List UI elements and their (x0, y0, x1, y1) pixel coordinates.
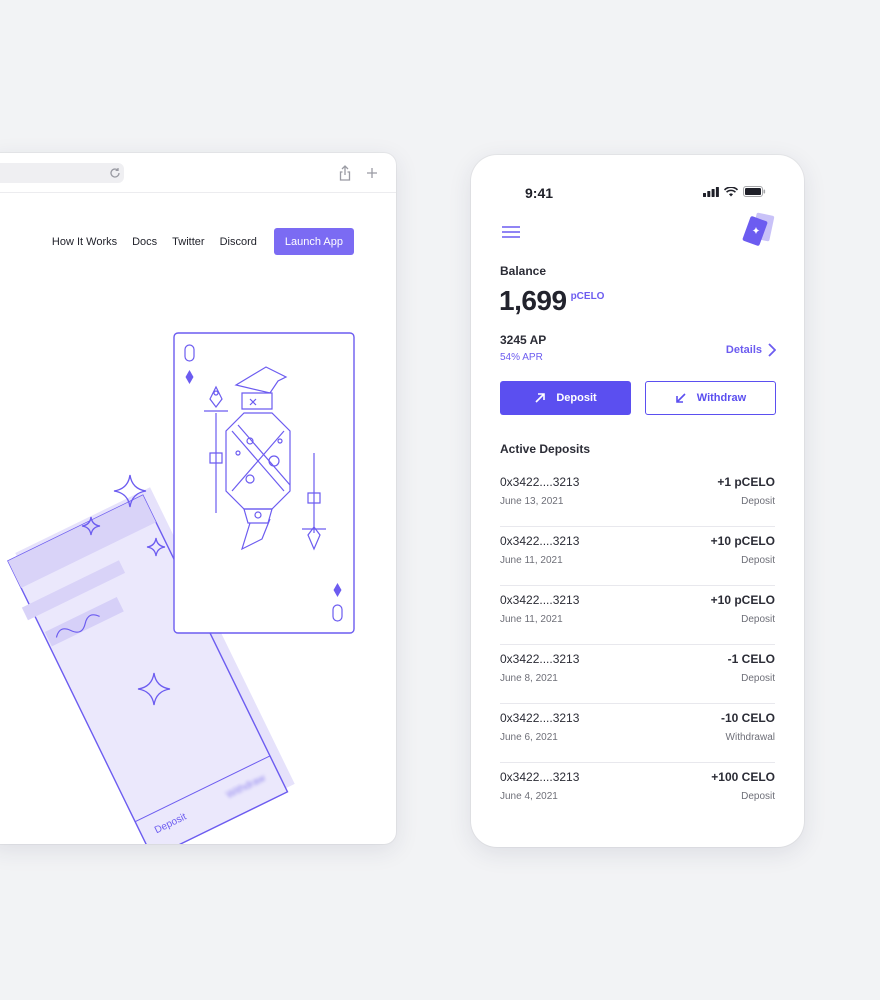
deposit-address: 0x3422....3213 (500, 770, 580, 784)
deposit-date: June 4, 2021 (500, 791, 558, 802)
arrow-down-left-icon (675, 393, 686, 403)
chevron-right-icon (768, 343, 776, 357)
balance-value: 1,699 (499, 285, 567, 316)
list-item[interactable]: 0x3422....3213 June 13, 2021 +1 pCELO De… (500, 468, 775, 527)
deposit-date: June 11, 2021 (500, 614, 563, 625)
launch-app-button[interactable]: Launch App (273, 228, 354, 255)
active-deposits-title: Active Deposits (500, 442, 591, 456)
deposit-type: Deposit (741, 614, 775, 625)
deposit-address: 0x3422....3213 (500, 475, 580, 489)
deposit-address: 0x3422....3213 (500, 534, 580, 548)
deposit-date: June 13, 2021 (500, 496, 564, 507)
hero-illustration: Deposit Withdraw (7, 332, 355, 844)
details-link[interactable]: Details (726, 343, 776, 357)
browser-window: How It Works Docs Twitter Discord Launch… (0, 153, 396, 844)
deposit-date: June 8, 2021 (500, 673, 558, 684)
share-icon[interactable] (338, 165, 352, 181)
deposit-type: Deposit (741, 555, 775, 566)
arrow-up-right-icon (535, 393, 546, 403)
balance-amount: 1,699 pCELO (499, 285, 604, 317)
deposit-amount: -10 CELO (720, 711, 775, 725)
hamburger-menu-icon[interactable] (501, 224, 521, 240)
deposit-amount: +10 pCELO (710, 534, 775, 548)
deposit-type: Withdrawal (725, 732, 775, 743)
list-item[interactable]: 0x3422....3213 June 6, 2021 -10 CELO Wit… (500, 704, 775, 763)
battery-icon (743, 186, 766, 197)
deposit-date: June 11, 2021 (500, 555, 563, 566)
nav-link-twitter[interactable]: Twitter (172, 236, 204, 248)
list-item[interactable]: 0x3422....3213 June 11, 2021 +10 pCELO D… (500, 586, 775, 645)
deposit-address: 0x3422....3213 (500, 593, 580, 607)
phone-frame: 9:41 Balance 1,699 pCELO 3245 AP 54% APR… (471, 155, 804, 847)
signal-icon (703, 186, 719, 197)
list-item[interactable]: 0x3422....3213 June 11, 2021 +10 pCELO D… (500, 527, 775, 586)
deposit-amount: +10 pCELO (710, 593, 775, 607)
deposit-list: 0x3422....3213 June 13, 2021 +1 pCELO De… (500, 468, 775, 822)
balance-label: Balance (500, 264, 547, 278)
deposit-amount: +100 CELO (711, 770, 775, 784)
apr-value: 54% APR (500, 352, 543, 363)
deposit-date: June 6, 2021 (500, 732, 558, 743)
reload-icon[interactable] (108, 166, 122, 180)
plus-icon[interactable] (365, 165, 379, 181)
ap-value: 3245 AP (500, 333, 547, 347)
deposit-address: 0x3422....3213 (500, 711, 580, 725)
deposit-button-label: Deposit (556, 392, 597, 404)
nav-link-docs[interactable]: Docs (132, 236, 157, 248)
site-nav: How It Works Docs Twitter Discord Launch… (37, 228, 354, 255)
list-item[interactable]: 0x3422....3213 June 4, 2021 +100 CELO De… (500, 763, 775, 822)
deposit-button[interactable]: Deposit (500, 381, 631, 415)
browser-toolbar (0, 153, 396, 193)
wifi-icon (724, 186, 738, 196)
withdraw-button-label: Withdraw (696, 392, 747, 404)
details-label: Details (725, 344, 762, 356)
status-icons (703, 186, 766, 197)
deposit-amount: +1 pCELO (717, 475, 775, 489)
nav-link-discord[interactable]: Discord (220, 236, 257, 248)
deposit-type: Deposit (741, 791, 775, 802)
withdraw-button[interactable]: Withdraw (645, 381, 776, 415)
deposit-type: Deposit (741, 496, 775, 507)
status-time: 9:41 (525, 185, 554, 201)
playing-card-illustration (173, 332, 355, 634)
deposit-amount: -1 CELO (727, 652, 775, 666)
deposit-type: Deposit (741, 673, 775, 684)
url-field[interactable] (0, 163, 124, 183)
deposit-address: 0x3422....3213 (500, 652, 580, 666)
cards-logo-icon (742, 212, 775, 246)
list-item[interactable]: 0x3422....3213 June 8, 2021 -1 CELO Depo… (500, 645, 775, 704)
nav-link-how-it-works[interactable]: How It Works (52, 236, 117, 248)
balance-unit: pCELO (570, 291, 605, 302)
